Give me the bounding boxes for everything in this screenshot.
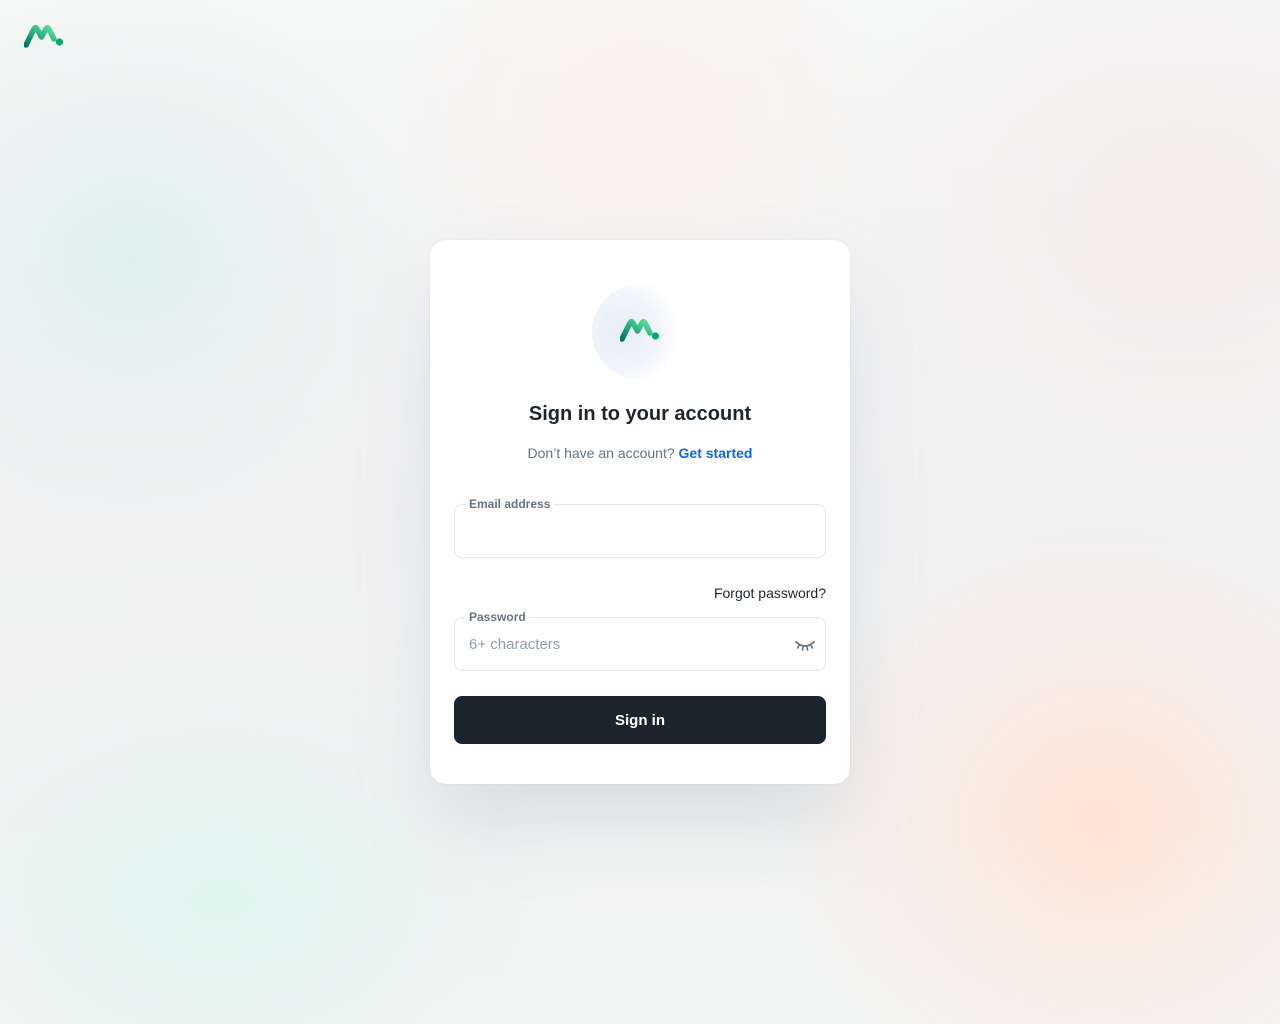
card-logo xyxy=(592,284,688,380)
no-account-text: Don’t have an account? xyxy=(527,445,675,461)
password-input[interactable] xyxy=(455,618,825,670)
brand-logo-icon xyxy=(23,25,64,48)
brand-logo-icon xyxy=(620,319,660,342)
email-input[interactable] xyxy=(455,505,825,557)
sign-in-button[interactable]: Sign in xyxy=(454,696,826,744)
password-visibility-toggle[interactable] xyxy=(793,635,817,655)
password-field-container: Password xyxy=(454,610,826,671)
sign-in-card: Sign in to your account Don’t have an ac… xyxy=(430,240,850,784)
eye-closed-icon xyxy=(795,641,815,651)
page-title: Sign in to your account xyxy=(528,403,752,425)
forgot-password-link[interactable]: Forgot password? xyxy=(714,585,826,601)
get-started-link[interactable]: Get started xyxy=(679,445,753,461)
email-field-container: Email address xyxy=(454,497,826,558)
sign-up-prompt: Don’t have an account? Get started xyxy=(430,445,850,461)
header-logo[interactable] xyxy=(23,24,64,48)
